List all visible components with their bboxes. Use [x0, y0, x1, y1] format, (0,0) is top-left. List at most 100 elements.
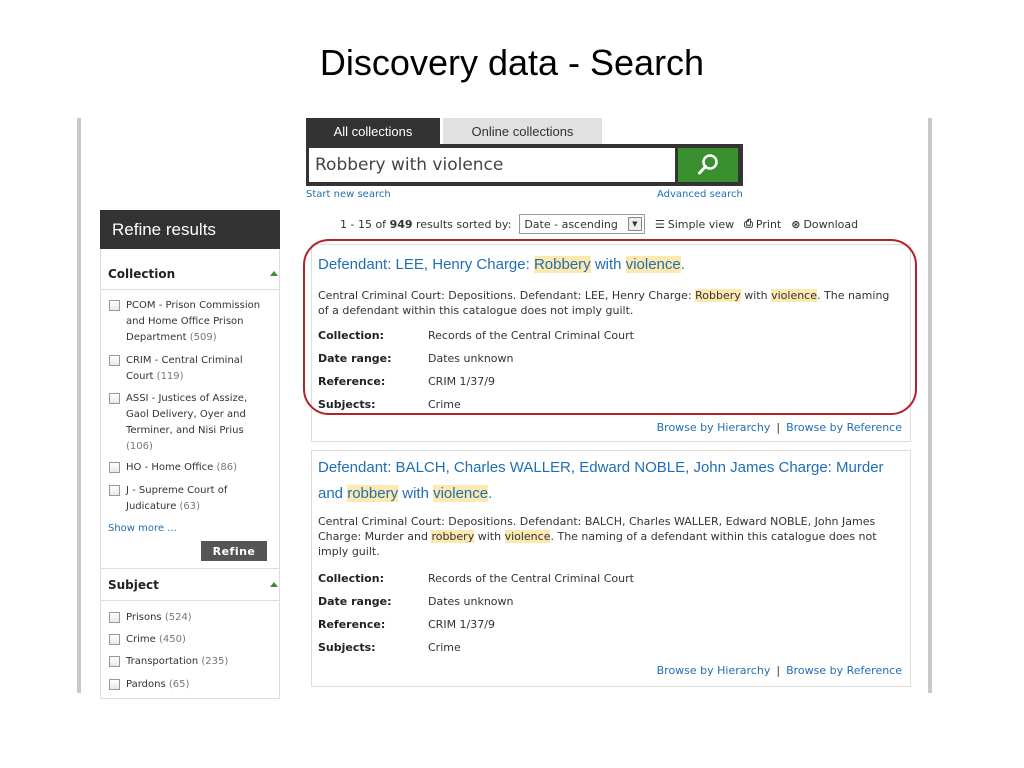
facet-count: (63) — [179, 501, 201, 512]
meta-row-subjects: Subjects: Crime — [318, 641, 461, 654]
facet-label: J - Supreme Court of Judicature — [126, 485, 228, 512]
result-description: Central Criminal Court: Depositions. Def… — [318, 514, 903, 559]
facet-item-crim[interactable]: CRIM - Central Criminal Court (119) — [109, 353, 269, 385]
printer-icon: ⎙ — [744, 217, 753, 230]
viewport-border-right — [928, 118, 932, 693]
print-label: Print — [755, 217, 782, 231]
facet-label: Transportation — [126, 656, 199, 667]
title-text: with — [398, 485, 434, 502]
facet-label: Pardons — [126, 679, 166, 690]
checkbox[interactable] — [109, 355, 120, 366]
browse-by-reference-link[interactable]: Browse by Reference — [786, 664, 902, 677]
facet-count: (86) — [216, 462, 237, 473]
title-highlight: violence — [433, 485, 489, 502]
checkbox[interactable] — [109, 634, 120, 645]
meta-row-reference: Reference: CRIM 1/37/9 — [318, 618, 495, 631]
facet-label: Prisons — [126, 612, 162, 623]
facet-label: Crime — [126, 634, 156, 645]
facet-divider — [100, 289, 280, 290]
meta-key: Date range: — [318, 595, 392, 608]
meta-value: Records of the Central Criminal Court — [428, 572, 634, 585]
meta-value: Dates unknown — [428, 595, 514, 608]
facet-count: (65) — [168, 679, 190, 690]
sorted-by-label: results sorted by: — [416, 217, 512, 231]
meta-value: Crime — [428, 641, 461, 654]
facet-label: HO - Home Office — [126, 462, 214, 473]
facet-count: (119) — [156, 371, 184, 382]
meta-key: Subjects: — [318, 641, 376, 654]
checkbox[interactable] — [109, 656, 120, 667]
search-input[interactable]: Robbery with violence — [309, 148, 675, 182]
collapse-arrow-icon[interactable] — [270, 582, 278, 587]
checkbox[interactable] — [109, 393, 120, 404]
meta-row-collection: Collection: Records of the Central Crimin… — [318, 572, 634, 585]
download-label: Download — [803, 217, 859, 231]
advanced-search-link[interactable]: Advanced search — [657, 189, 743, 200]
refine-button[interactable]: Refine — [201, 541, 267, 561]
facet-item-pardons[interactable]: Pardons (65) — [109, 677, 269, 693]
download-icon: ⊛ — [791, 217, 801, 231]
checkbox[interactable] — [109, 612, 120, 623]
facet-count: (524) — [164, 612, 192, 623]
facet-count: (235) — [201, 656, 229, 667]
facet-item-prisons[interactable]: Prisons (524) — [109, 610, 269, 626]
meta-value: CRIM 1/37/9 — [428, 618, 495, 631]
slide-title: Discovery data - Search — [319, 42, 705, 83]
simple-view-button[interactable]: ☰ Simple view — [655, 218, 734, 231]
facet-item-ho[interactable]: HO - Home Office (86) — [109, 460, 269, 476]
meta-row-date-range: Date range: Dates unknown — [318, 595, 514, 608]
annotation-highlight-box — [303, 239, 917, 415]
subject-facet-title[interactable]: Subject — [108, 578, 159, 592]
refine-results-header: Refine results — [100, 210, 280, 249]
checkbox[interactable] — [109, 300, 120, 311]
desc-highlight: robbery — [431, 530, 475, 543]
browse-links: Browse by Hierarchy | Browse by Reference — [657, 421, 902, 434]
facet-item-transportation[interactable]: Transportation (235) — [109, 654, 269, 670]
tab-all-collections[interactable]: All collections — [306, 118, 440, 144]
facet-item-pcom[interactable]: PCOM - Prison Commission and Home Office… — [109, 298, 269, 346]
result-title-link[interactable]: Defendant: BALCH, Charles WALLER, Edward… — [318, 455, 908, 507]
start-new-search-link[interactable]: Start new search — [306, 189, 391, 200]
collapse-arrow-icon[interactable] — [270, 271, 278, 276]
meta-key: Reference: — [318, 618, 386, 631]
simple-view-label: Simple view — [667, 217, 735, 231]
facet-item-crime[interactable]: Crime (450) — [109, 632, 269, 648]
search-icon — [698, 154, 718, 175]
facet-label: ASSI - Justices of Assize, Gaol Delivery… — [126, 393, 248, 436]
browse-links: Browse by Hierarchy | Browse by Reference — [657, 664, 902, 677]
tab-online-collections[interactable]: Online collections — [443, 118, 602, 144]
facet-count: (509) — [189, 332, 217, 343]
facet-item-assi[interactable]: ASSI - Justices of Assize, Gaol Delivery… — [109, 391, 269, 455]
meta-key: Collection: — [318, 572, 384, 585]
checkbox[interactable] — [109, 462, 120, 473]
link-separator: | — [776, 664, 781, 677]
title-text: . — [488, 485, 493, 502]
results-range: 1 - 15 of — [340, 217, 387, 231]
results-toolbar: 1 - 15 of 949 results sorted by: Date - … — [340, 214, 858, 234]
facet-divider — [100, 568, 280, 569]
browse-by-hierarchy-link[interactable]: Browse by Hierarchy — [657, 421, 771, 434]
download-button[interactable]: ⊛ Download — [791, 218, 858, 231]
browse-by-reference-link[interactable]: Browse by Reference — [786, 421, 902, 434]
desc-highlight: violence — [504, 530, 551, 543]
results-total: 949 — [389, 217, 413, 231]
facet-item-j[interactable]: J - Supreme Court of Judicature (63) — [109, 483, 269, 515]
browse-by-hierarchy-link[interactable]: Browse by Hierarchy — [657, 664, 771, 677]
show-more-link[interactable]: Show more ... — [108, 523, 177, 534]
list-icon: ☰ — [654, 217, 665, 231]
desc-text: with — [474, 530, 505, 543]
title-highlight: robbery — [347, 485, 399, 502]
facet-divider — [100, 600, 280, 601]
print-button[interactable]: ⎙ Print — [744, 217, 781, 231]
search-button[interactable] — [678, 148, 738, 182]
checkbox[interactable] — [109, 485, 120, 496]
facet-count: (450) — [158, 634, 186, 645]
viewport-border-left — [77, 118, 81, 693]
facet-label: CRIM - Central Criminal Court — [126, 355, 243, 382]
sort-select[interactable]: Date - ascending ▼ — [519, 214, 645, 234]
checkbox[interactable] — [109, 679, 120, 690]
facet-count: (106) — [126, 441, 153, 452]
collection-facet-title[interactable]: Collection — [108, 267, 175, 281]
dropdown-arrow-icon[interactable]: ▼ — [627, 217, 642, 231]
sort-value: Date - ascending — [524, 217, 618, 231]
